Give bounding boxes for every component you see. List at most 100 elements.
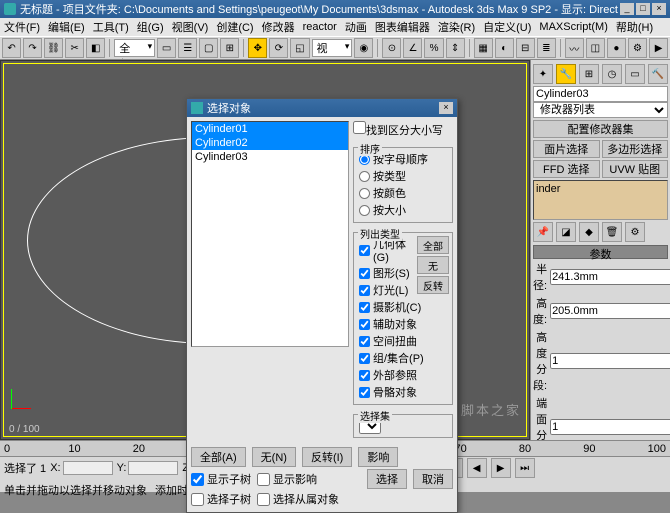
lt-helpers-check[interactable]: 辅助对象 (359, 316, 449, 332)
select-dep-check[interactable] (257, 493, 270, 506)
coord-x-field[interactable] (63, 461, 113, 475)
cancel-button[interactable]: 取消 (413, 469, 453, 489)
lt-lights-check[interactable]: 灯光(L) (359, 282, 415, 298)
lt-bones-check[interactable]: 骨骼对象 (359, 384, 449, 400)
menu-render[interactable]: 渲染(R) (438, 19, 475, 35)
menu-animation[interactable]: 动画 (345, 19, 367, 35)
object-list[interactable]: Cylinder01 Cylinder02 Cylinder03 (191, 121, 349, 347)
lt-cameras-check[interactable]: 摄影机(C) (359, 299, 449, 315)
select-subtree-check[interactable] (191, 493, 204, 506)
menu-edit[interactable]: 编辑(E) (48, 19, 85, 35)
select-button[interactable]: 选择 (367, 469, 407, 489)
close-button[interactable]: × (652, 3, 666, 15)
modify-tab-icon[interactable]: 🔧 (556, 64, 576, 84)
scale-icon[interactable]: ◱ (290, 38, 309, 58)
uvw-map-button[interactable]: UVW 贴图 (602, 160, 669, 178)
snap-icon[interactable]: ⊙ (382, 38, 401, 58)
time-slider-readout[interactable]: 0 / 100 (9, 424, 40, 435)
window-crossing-icon[interactable]: ⊞ (220, 38, 239, 58)
patch-select-button[interactable]: 面片选择 (533, 140, 600, 158)
menu-reactor[interactable]: reactor (303, 21, 337, 33)
make-unique-icon[interactable]: ◆ (579, 222, 599, 242)
menu-maxscript[interactable]: MAXScript(M) (539, 21, 607, 33)
material-icon[interactable]: ● (607, 38, 626, 58)
menu-group[interactable]: 组(G) (137, 19, 164, 35)
angle-snap-icon[interactable]: ∠ (403, 38, 422, 58)
menu-views[interactable]: 视图(V) (172, 19, 209, 35)
bottom-influence-button[interactable]: 影响 (358, 447, 398, 467)
menu-file[interactable]: 文件(F) (4, 19, 40, 35)
prev-frame-icon[interactable]: ◀ (467, 458, 487, 478)
sort-color-radio[interactable]: 按颜色 (359, 185, 449, 201)
bottom-invert-button[interactable]: 反转(I) (302, 447, 352, 467)
hierarchy-tab-icon[interactable]: ⊞ (579, 64, 599, 84)
show-end-result-icon[interactable]: ◪ (556, 222, 576, 242)
pivot-icon[interactable]: ◉ (354, 38, 373, 58)
motion-tab-icon[interactable]: ◷ (602, 64, 622, 84)
render-icon[interactable]: ▶ (649, 38, 668, 58)
rotate-icon[interactable]: ⟳ (269, 38, 288, 58)
modifier-stack[interactable]: inder (533, 180, 668, 220)
modset-config-button[interactable]: 配置修改器集 (533, 120, 668, 138)
case-sensitive-check[interactable]: 找到区分大小写 (353, 121, 453, 138)
spinner-snap-icon[interactable]: ⇕ (446, 38, 465, 58)
lt-groups-check[interactable]: 组/集合(P) (359, 350, 449, 366)
next-frame-icon[interactable]: ▶ (491, 458, 511, 478)
bottom-all-button[interactable]: 全部(A) (191, 447, 246, 467)
menu-help[interactable]: 帮助(H) (616, 19, 653, 35)
list-item[interactable]: Cylinder01 (192, 122, 348, 136)
modifier-list[interactable]: 修改器列表 (533, 102, 668, 118)
create-tab-icon[interactable]: ✦ (533, 64, 553, 84)
lt-invert-button[interactable]: 反转 (417, 276, 449, 294)
lt-none-button[interactable]: 无 (417, 256, 449, 274)
mirror-icon[interactable]: ◐ (495, 38, 514, 58)
select-region-icon[interactable]: ▢ (199, 38, 218, 58)
poly-select-button[interactable]: 多边形选择 (602, 140, 669, 158)
lt-shapes-check[interactable]: 图形(S) (359, 265, 415, 281)
remove-modifier-icon[interactable]: 🗑 (602, 222, 622, 242)
lt-all-button[interactable]: 全部 (417, 236, 449, 254)
maximize-button[interactable]: □ (636, 3, 650, 15)
redo-icon[interactable]: ↷ (23, 38, 42, 58)
sort-type-radio[interactable]: 按类型 (359, 168, 449, 184)
render-setup-icon[interactable]: ⚙ (628, 38, 647, 58)
dialog-close-button[interactable]: × (439, 102, 453, 114)
dialog-titlebar[interactable]: 选择对象 × (187, 99, 457, 117)
menu-graph[interactable]: 图表编辑器 (375, 19, 430, 35)
select-by-name-icon[interactable]: ☰ (178, 38, 197, 58)
link-icon[interactable]: ⛓ (44, 38, 63, 58)
named-sel-icon[interactable]: ▦ (474, 38, 493, 58)
display-tab-icon[interactable]: ▭ (625, 64, 645, 84)
layer-icon[interactable]: ≣ (537, 38, 556, 58)
cseg-spinner[interactable] (550, 419, 670, 435)
align-icon[interactable]: ⊟ (516, 38, 535, 58)
minimize-button[interactable]: _ (620, 3, 634, 15)
height-spinner[interactable] (550, 303, 670, 319)
menu-modifiers[interactable]: 修改器 (262, 19, 295, 35)
curve-editor-icon[interactable]: 〰 (565, 38, 584, 58)
select-icon[interactable]: ▭ (157, 38, 176, 58)
show-influence-check[interactable] (257, 473, 270, 486)
object-name-field[interactable] (533, 86, 668, 102)
selection-filter-combo[interactable]: 全部 (114, 39, 155, 57)
params-rollout-header[interactable]: 参数 (533, 245, 668, 259)
lt-space-check[interactable]: 空间扭曲 (359, 333, 449, 349)
bottom-none-button[interactable]: 无(N) (252, 447, 296, 467)
ref-coord-combo[interactable]: 视图 (312, 39, 353, 57)
show-subtree-check[interactable] (191, 473, 204, 486)
hseg-spinner[interactable] (550, 353, 670, 369)
undo-icon[interactable]: ↶ (2, 38, 21, 58)
move-icon[interactable]: ✥ (248, 38, 267, 58)
menu-create[interactable]: 创建(C) (216, 19, 253, 35)
menu-customize[interactable]: 自定义(U) (483, 19, 531, 35)
goto-end-icon[interactable]: ⏭ (515, 458, 535, 478)
configure-sets-icon[interactable]: ⚙ (625, 222, 645, 242)
coord-y-field[interactable] (128, 461, 178, 475)
utilities-tab-icon[interactable]: 🔨 (648, 64, 668, 84)
pin-stack-icon[interactable]: 📌 (533, 222, 553, 242)
list-item[interactable]: Cylinder02 (192, 136, 348, 150)
radius-spinner[interactable] (550, 269, 670, 285)
schematic-icon[interactable]: ◫ (586, 38, 605, 58)
percent-snap-icon[interactable]: % (424, 38, 443, 58)
bind-icon[interactable]: ◧ (86, 38, 105, 58)
